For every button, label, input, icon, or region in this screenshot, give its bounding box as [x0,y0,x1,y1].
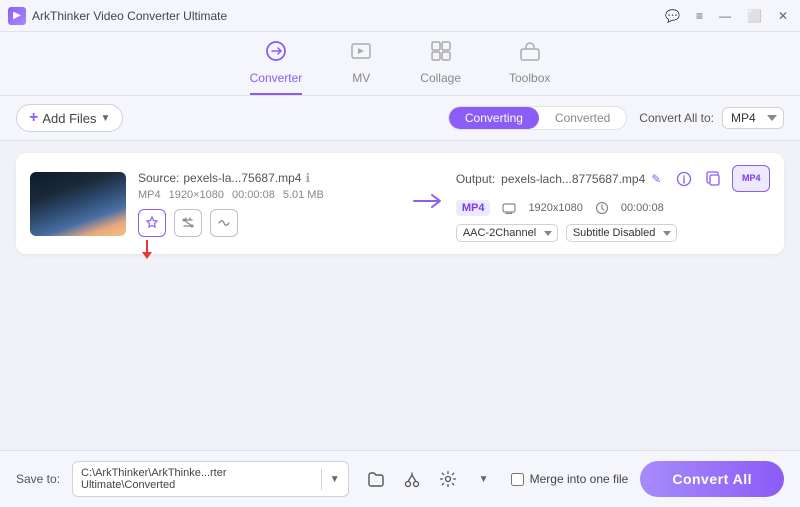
titlebar-left: ▶ ArkThinker Video Converter Ultimate [8,7,227,25]
tab-collage-label: Collage [420,71,461,85]
titlebar-controls[interactable]: 💬 ≡ — ⬜ ✕ [661,7,792,25]
mp4-output-badge: MP4 [732,165,770,192]
folder-icon[interactable] [361,464,391,494]
output-header: Output: pexels-lach...8775687.mp4 ✎ [456,165,770,192]
convert-all-to-label: Convert All to: [639,111,714,125]
thumbnail-image [30,172,126,236]
copy-icon[interactable] [702,167,726,191]
arrow-head [142,252,152,259]
effects-button[interactable] [138,209,166,237]
settings-icon[interactable] [433,464,463,494]
add-files-button[interactable]: + Add Files ▼ [16,104,123,132]
save-to-label: Save to: [16,472,60,486]
format-select[interactable]: MP4 MOV MKV AVI [722,107,784,129]
save-path-text: C:\ArkThinker\ArkThinke...rter Ultimate\… [73,462,321,496]
output-section: Output: pexels-lach...8775687.mp4 ✎ [456,165,770,242]
subtitle-select[interactable]: Subtitle Disabled [566,224,677,242]
add-files-dropdown-icon[interactable]: ▼ [101,113,111,124]
tab-toolbox-label: Toolbox [509,71,550,85]
output-format-badge: MP4 [456,200,491,216]
merge-label[interactable]: Merge into one file [530,472,629,486]
file-card: Source: pexels-la...75687.mp4 ℹ MP4 1920… [16,153,784,254]
convert-all-to: Convert All to: MP4 MOV MKV AVI [639,107,784,129]
converting-tab[interactable]: Converting [449,107,539,129]
convert-all-button[interactable]: Convert All [640,461,784,497]
converted-tab[interactable]: Converted [539,107,626,129]
file-resolution: 1920×1080 [169,189,224,201]
file-size: 5.01 MB [283,189,324,201]
tab-collage[interactable]: Collage [420,40,461,95]
clock-icon [595,201,609,215]
save-path: C:\ArkThinker\ArkThinke...rter Ultimate\… [72,461,349,497]
content-area: Source: pexels-la...75687.mp4 ℹ MP4 1920… [0,141,800,450]
info-icon[interactable]: ℹ [305,171,310,185]
mv-icon [350,40,372,67]
info-output-icon[interactable] [672,167,696,191]
tab-converter-label: Converter [250,71,303,85]
plus-icon: + [29,109,38,127]
converter-icon [265,40,287,67]
edit-icon[interactable]: ✎ [651,172,661,186]
output-actions [672,167,726,191]
file-meta: MP4 1920×1080 00:00:08 5.01 MB [138,189,400,201]
settings-dropdown-icon[interactable]: ▼ [469,464,499,494]
merge-checkbox-container: Merge into one file [511,472,629,486]
video-thumbnail [30,172,126,236]
arrow-indicator [142,240,152,259]
chat-icon[interactable]: 💬 [661,7,684,25]
file-info: Source: pexels-la...75687.mp4 ℹ MP4 1920… [138,171,400,237]
convert-arrow [412,191,444,217]
cut-icon[interactable] [397,464,427,494]
app-title: ArkThinker Video Converter Ultimate [32,9,227,23]
file-actions [138,209,400,237]
save-path-dropdown[interactable]: ▼ [321,469,348,490]
arrow-shaft [146,240,148,252]
output-duration: 00:00:08 [621,202,664,214]
svg-text:MP4: MP4 [742,173,761,183]
output-label: Output: [456,172,495,186]
trim-button[interactable] [174,209,202,237]
tab-switcher: Converting Converted [448,106,627,130]
close-btn[interactable]: ✕ [774,7,792,25]
source-filename: pexels-la...75687.mp4 [183,171,301,185]
nav-tabs: Converter MV Collage Toolb [0,32,800,96]
output-resolution: 1920x1080 [528,202,582,214]
toolbar: + Add Files ▼ Converting Converted Conve… [0,96,800,141]
menu-icon[interactable]: ≡ [692,7,707,25]
source-label: Source: [138,171,179,185]
file-format: MP4 [138,189,161,201]
merge-button[interactable] [210,209,238,237]
toolbox-icon [519,40,541,67]
bottom-bar: Save to: C:\ArkThinker\ArkThinke...rter … [0,450,800,507]
app-icon: ▶ [8,7,26,25]
resolution-icon [502,201,516,215]
file-duration: 00:00:08 [232,189,275,201]
output-audio-row: AAC-2Channel Subtitle Disabled [456,224,770,242]
output-details-row: MP4 1920x1080 00:00:08 [456,200,770,216]
tab-mv-label: MV [352,71,370,85]
tab-toolbox[interactable]: Toolbox [509,40,550,95]
maximize-btn[interactable]: ⬜ [743,7,766,25]
merge-checkbox[interactable] [511,473,524,486]
audio-select[interactable]: AAC-2Channel [456,224,558,242]
minimize-btn[interactable]: — [715,7,735,25]
tab-converter[interactable]: Converter [250,40,303,95]
collage-icon [430,40,452,67]
output-filename: pexels-lach...8775687.mp4 [501,172,645,186]
add-files-label: Add Files [42,111,96,126]
titlebar: ▶ ArkThinker Video Converter Ultimate 💬 … [0,0,800,32]
tab-mv[interactable]: MV [350,40,372,95]
source-info: Source: pexels-la...75687.mp4 ℹ [138,171,400,185]
bottom-icons: ▼ [361,464,499,494]
